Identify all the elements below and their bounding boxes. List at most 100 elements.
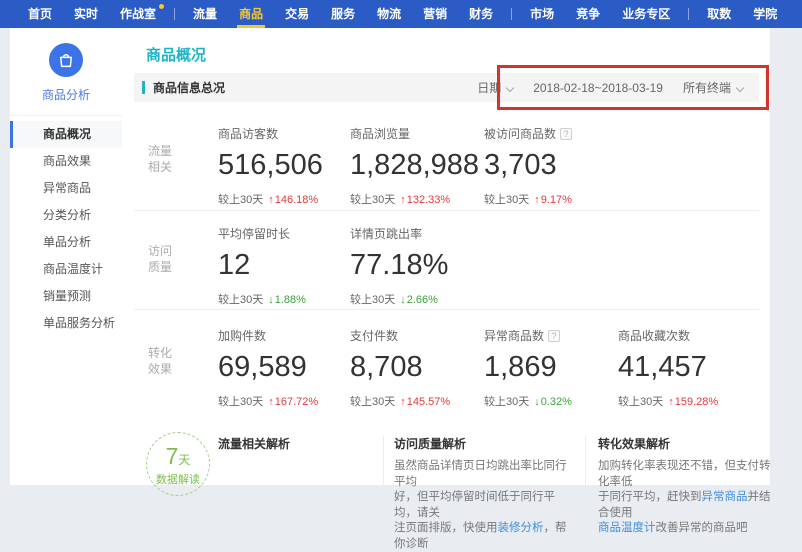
seven-day-insight-badge-icon: 7天 数据解读 <box>146 432 210 496</box>
sidebar-item-product-thermometer[interactable]: 商品温度计 <box>10 256 122 283</box>
metric-avg-stay-time: 平均停留时长 12 较上30天1.88% <box>218 225 368 307</box>
metric-label: 平均停留时长 <box>218 227 290 241</box>
insight-text-line: 于同行平均，赶快到异常商品并结合使用 <box>598 490 778 521</box>
date-filter-dropdown[interactable]: 日期 <box>477 79 513 96</box>
product-analysis-icon <box>49 43 83 77</box>
metric-group-label: 转化 效果 <box>148 345 172 377</box>
insight-text-line: 虽然商品详情页日均跳出率比同行平均 <box>394 459 574 490</box>
compare-label: 较上30天 <box>218 194 263 206</box>
metric-label: 详情页跳出率 <box>350 227 422 241</box>
filter-controls: 日期 2018-02-18~2018-03-19 所有终端 <box>477 79 759 96</box>
nav-item-war-room[interactable]: 作战室 <box>109 0 167 28</box>
insight-traffic: 流量相关解析 <box>218 435 398 459</box>
help-icon[interactable]: ? <box>548 330 560 342</box>
section-header-bar: 商品信息总况 日期 2018-02-18~2018-03-19 所有终端 <box>134 73 759 102</box>
metric-label: 支付件数 <box>350 329 398 343</box>
notification-dot-icon <box>159 4 164 9</box>
change-up-value: 132.33% <box>400 194 450 206</box>
metric-value: 1,869 <box>484 351 634 384</box>
nav-item-finance[interactable]: 财务 <box>458 0 504 28</box>
compare-label: 较上30天 <box>484 194 529 206</box>
insight-conversion: 转化效果解析 加购转化率表现还不错，但支付转化率低 于同行平均，赶快到异常商品并… <box>598 435 778 537</box>
date-range-value[interactable]: 2018-02-18~2018-03-19 <box>533 81 663 95</box>
nav-item-service[interactable]: 服务 <box>320 0 366 28</box>
metric-value: 1,828,988 <box>350 149 500 182</box>
change-up-value: 159.28% <box>668 396 718 408</box>
insight-title: 流量相关解析 <box>218 435 398 452</box>
top-nav: 首页 实时 作战室 流量 商品 交易 服务 物流 营销 财务 市场 竞争 业务专… <box>0 0 802 28</box>
change-up-value: 145.57% <box>400 396 450 408</box>
metric-value: 12 <box>218 249 368 282</box>
metric-product-pageviews: 商品浏览量 1,828,988 较上30天132.33% <box>350 125 500 207</box>
nav-item-marketing[interactable]: 营销 <box>412 0 458 28</box>
sidebar-item-product-effect[interactable]: 商品效果 <box>10 148 122 175</box>
help-icon[interactable]: ? <box>560 128 572 140</box>
change-down-value: 2.66% <box>400 294 438 306</box>
nav-item-products[interactable]: 商品 <box>228 0 274 28</box>
metric-product-favorites: 商品收藏次数 41,457 较上30天 159.28% <box>618 327 768 409</box>
abnormal-products-link[interactable]: 异常商品 <box>702 491 748 503</box>
badge-days: 7 <box>166 443 179 469</box>
nav-item-competition[interactable]: 竞争 <box>565 0 611 28</box>
product-thermometer-link[interactable]: 商品温度计 <box>598 522 656 534</box>
compare-label: 较上30天 <box>618 396 663 408</box>
metric-value: 516,506 <box>218 149 368 182</box>
nav-item-transactions[interactable]: 交易 <box>274 0 320 28</box>
metric-label: 商品收藏次数 <box>618 329 690 343</box>
nav-item-market[interactable]: 市场 <box>519 0 565 28</box>
decoration-analysis-link[interactable]: 装修分析 <box>498 522 544 534</box>
compare-label: 较上30天 <box>218 294 263 306</box>
change-up-value: 146.18% <box>268 194 318 206</box>
nav-item-traffic[interactable]: 流量 <box>182 0 228 28</box>
metric-abnormal-products: 异常商品数? 1,869 较上30天0.32% <box>484 327 634 409</box>
metric-label: 加购件数 <box>218 329 266 343</box>
metric-group-label: 流量 相关 <box>148 143 172 175</box>
insights-section: 7天 数据解读 流量相关解析 访问质量解析 虽然商品详情页日均跳出率比同行平均 … <box>122 424 770 485</box>
terminal-filter-dropdown[interactable]: 所有终端 <box>683 79 743 96</box>
badge-days-unit: 天 <box>178 453 190 467</box>
chevron-down-icon <box>506 84 514 92</box>
sidebar-item-single-product-analysis[interactable]: 单品分析 <box>10 229 122 256</box>
sidebar-item-single-product-service[interactable]: 单品服务分析 <box>10 310 122 337</box>
nav-item-label: 作战室 <box>120 7 156 21</box>
metric-paid-items: 支付件数 8,708 较上30天 145.57% <box>350 327 500 409</box>
metric-product-visitors: 商品访客数 516,506 较上30天 146.18% <box>218 125 368 207</box>
section-accent-bar <box>142 81 145 94</box>
sidebar-header: 商品分析 <box>10 28 122 116</box>
change-down-value: 0.32% <box>534 396 572 408</box>
metric-label: 商品访客数 <box>218 127 278 141</box>
change-up-value: 167.72% <box>268 396 318 408</box>
compare-label: 较上30天 <box>350 396 395 408</box>
nav-item-logistics[interactable]: 物流 <box>366 0 412 28</box>
sidebar-item-sales-forecast[interactable]: 销量预测 <box>10 283 122 310</box>
insight-text-line: 加购转化率表现还不错，但支付转化率低 <box>598 459 778 490</box>
sidebar-item-abnormal-products[interactable]: 异常商品 <box>10 175 122 202</box>
change-up-value: 9.17% <box>534 194 572 206</box>
date-filter-label: 日期 <box>477 81 501 95</box>
sidebar-menu: 商品概况 商品效果 异常商品 分类分析 单品分析 商品温度计 销量预测 单品服务… <box>10 116 122 337</box>
metric-group-label: 访问 质量 <box>148 243 172 275</box>
compare-label: 较上30天 <box>350 194 395 206</box>
sidebar-item-product-overview[interactable]: 商品概况 <box>10 121 122 148</box>
compare-label: 较上30天 <box>350 294 395 306</box>
nav-item-realtime[interactable]: 实时 <box>63 0 109 28</box>
nav-item-business-zone[interactable]: 业务专区 <box>611 0 681 28</box>
terminal-filter-label: 所有终端 <box>683 81 731 95</box>
compare-label: 较上30天 <box>218 396 263 408</box>
sidebar-group-title: 商品分析 <box>10 86 122 103</box>
sidebar-item-category-analysis[interactable]: 分类分析 <box>10 202 122 229</box>
chevron-down-icon <box>736 84 744 92</box>
insight-text-line: 注页面排版，快使用装修分析，帮你诊断 <box>394 521 574 552</box>
metric-value: 41,457 <box>618 351 768 384</box>
nav-item-data-extract[interactable]: 取数 <box>696 0 742 28</box>
metric-value: 3,703 <box>484 149 634 182</box>
row-divider <box>134 309 759 310</box>
row-divider <box>134 210 759 211</box>
insight-title: 转化效果解析 <box>598 435 778 452</box>
column-divider <box>585 436 586 506</box>
insight-text-line: 商品温度计改善异常的商品吧 <box>598 521 778 537</box>
nav-item-academy[interactable]: 学院 <box>742 0 788 28</box>
nav-divider <box>174 8 175 20</box>
metric-value: 8,708 <box>350 351 500 384</box>
nav-item-home[interactable]: 首页 <box>17 0 63 28</box>
